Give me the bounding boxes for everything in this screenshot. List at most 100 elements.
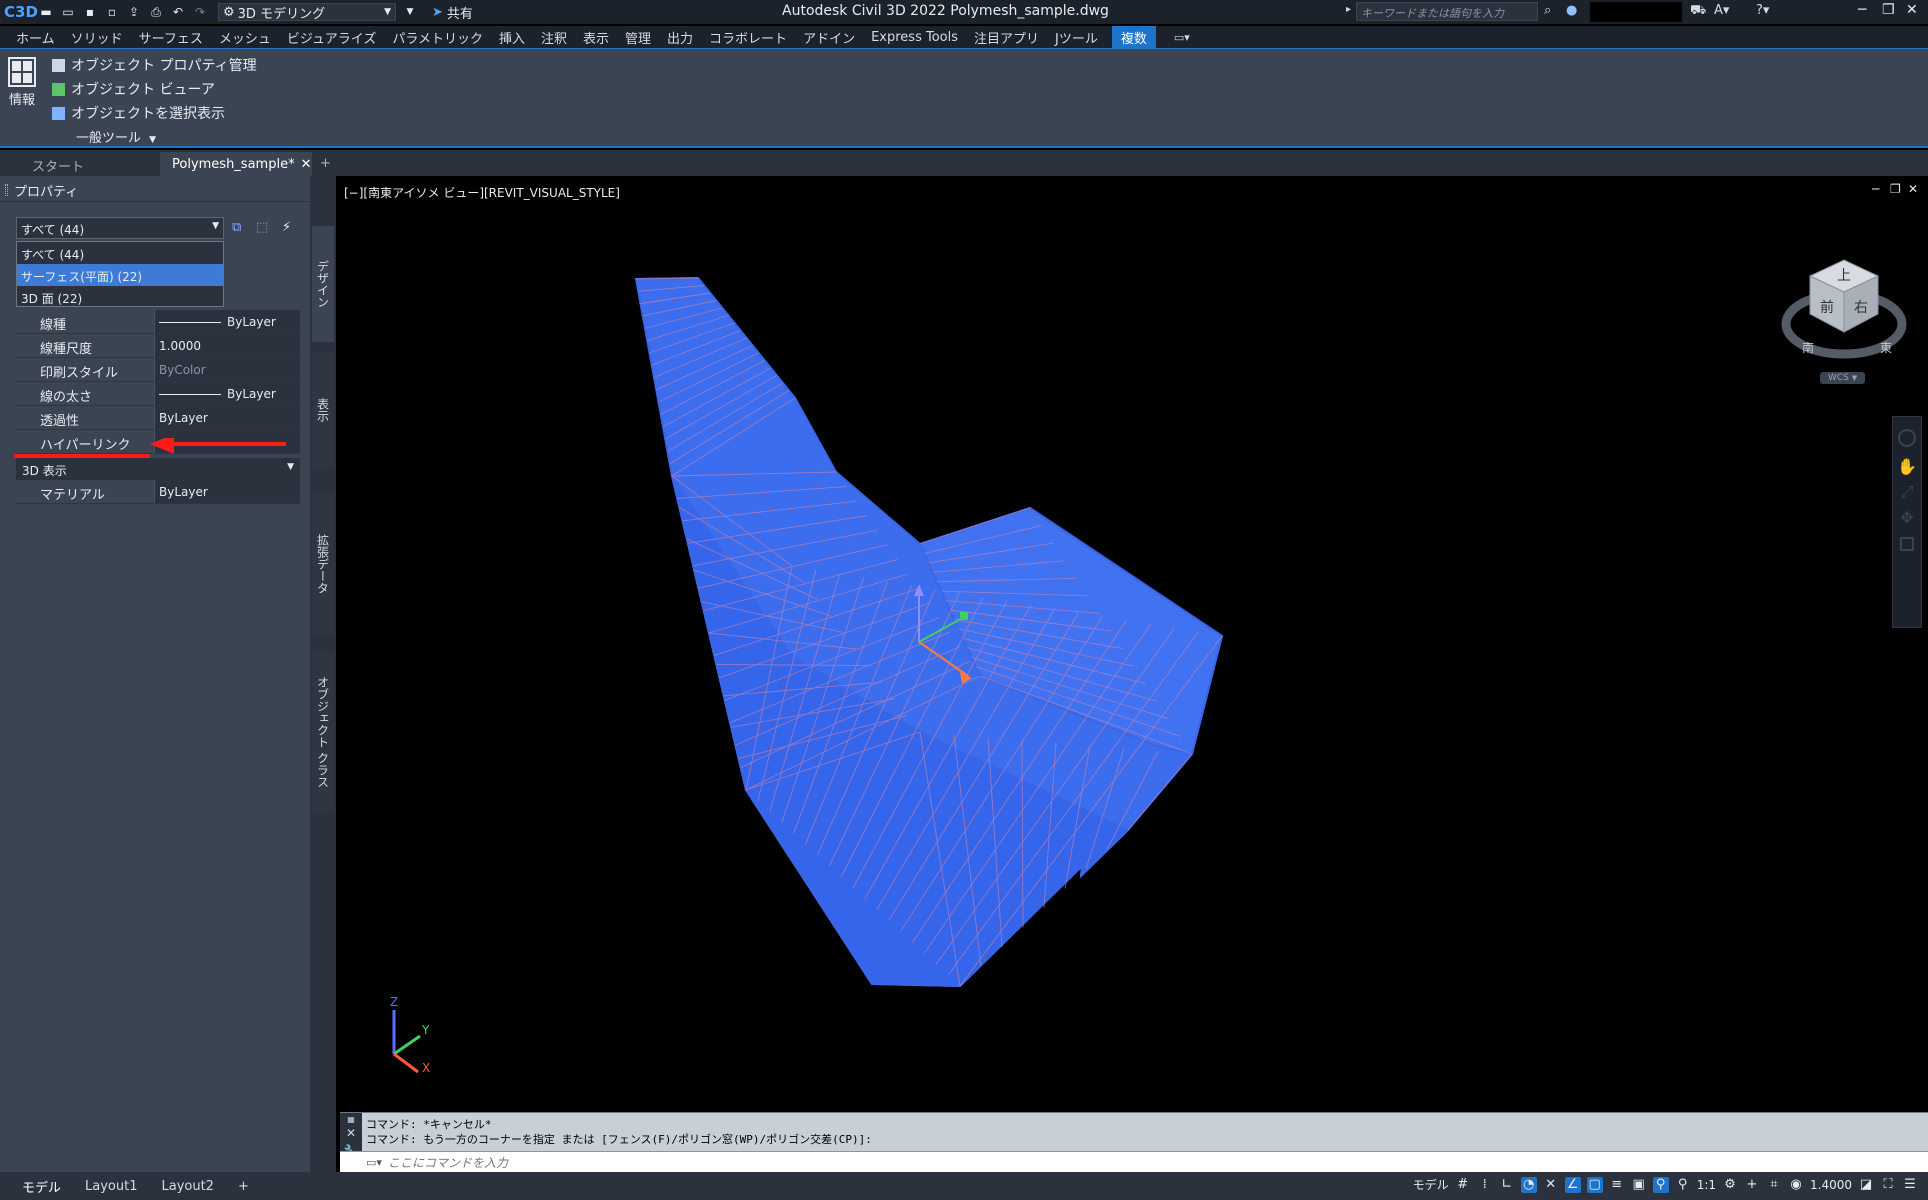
property-row[interactable]: 線の太さ ByLayer	[16, 382, 300, 406]
property-row[interactable]: マテリアル ByLayer	[16, 480, 300, 504]
layout-tab-layout2[interactable]: Layout2	[149, 1179, 225, 1194]
pan-icon[interactable]: ✋	[1893, 457, 1921, 476]
workspace-select[interactable]: ⚙ 3D モデリング ▼	[218, 3, 396, 22]
selection-filter-combo[interactable]: すべて (44) ▼	[16, 217, 224, 239]
side-tab-design[interactable]: デザイン	[312, 226, 334, 342]
status-value[interactable]: 1.4000	[1810, 1178, 1852, 1192]
zoom-icon[interactable]: ⤢	[1893, 482, 1921, 502]
units-icon[interactable]: ⌗	[1766, 1177, 1782, 1193]
side-tab-object-class[interactable]: オブジェクト クラス	[312, 652, 334, 812]
qa-customize-icon[interactable]: ▼	[402, 5, 418, 19]
ribbon-tab[interactable]: Jツール	[1049, 26, 1108, 49]
ribbon-tab[interactable]: ホーム	[10, 26, 65, 49]
property-value[interactable]: ByLayer	[154, 480, 300, 503]
side-tab-display[interactable]: 表示	[312, 352, 334, 468]
dropdown-option[interactable]: すべて (44)	[17, 242, 223, 264]
minimize-icon[interactable]: ─	[1858, 2, 1866, 18]
viewport-close-icon[interactable]: ✕	[1908, 182, 1918, 196]
ribbon-tab[interactable]: 出力	[661, 26, 703, 49]
property-value[interactable]: 1.0000	[154, 334, 300, 357]
toggle-pickadd-icon[interactable]: ⧉	[232, 220, 250, 238]
ribbon-tab[interactable]: メッシュ	[213, 26, 281, 49]
tab-start[interactable]: スタート	[20, 152, 160, 176]
layout-tab-model[interactable]: モデル	[10, 1177, 73, 1196]
ribbon-tab[interactable]: 表示	[577, 26, 619, 49]
ribbon-tab[interactable]: 管理	[619, 26, 661, 49]
side-tab-extended-data[interactable]: 拡張データ	[312, 494, 334, 634]
property-value[interactable]: ByLayer	[154, 406, 300, 429]
fullscreen-icon[interactable]: ⛶	[1880, 1177, 1896, 1193]
drawing-viewport[interactable]: [−][南東アイソメ ビュー][REVIT_VISUAL_STYLE] ─ ❐ …	[340, 176, 1928, 1112]
gear-icon[interactable]: ⚙	[1722, 1177, 1738, 1193]
property-row[interactable]: 線種尺度 1.0000	[16, 334, 300, 358]
ribbon-tab[interactable]: Express Tools	[865, 28, 968, 47]
viewport-minimize-icon[interactable]: ─	[1872, 182, 1879, 196]
gizmo-y-handle[interactable]	[960, 612, 968, 620]
info-button[interactable]: 情報	[6, 57, 38, 108]
quick-select-icon[interactable]: ⚡	[282, 220, 300, 238]
property-row[interactable]: 印刷スタイル ByColor	[16, 358, 300, 382]
search-input[interactable]: キーワードまたは語句を入力	[1356, 2, 1538, 21]
print-icon[interactable]: ⎙	[148, 5, 164, 19]
ribbon-tab[interactable]: アドイン	[797, 26, 865, 49]
dropdown-option-highlighted[interactable]: サーフェス(平面) (22)	[17, 264, 223, 286]
ribbon-display-toggle-icon[interactable]: ▭▾	[1174, 31, 1190, 44]
showmotion-icon[interactable]	[1900, 537, 1914, 551]
isolate-icon[interactable]: ◪	[1858, 1177, 1874, 1193]
ortho-icon[interactable]: ∟	[1499, 1177, 1515, 1193]
property-value[interactable]: ByLayer	[154, 382, 300, 405]
open-folder-icon[interactable]: ▭	[60, 5, 76, 19]
ribbon-tab[interactable]: サーフェス	[133, 26, 213, 49]
snap-icon[interactable]: ⁞	[1477, 1177, 1493, 1193]
ribbon-tab-active[interactable]: 複数	[1111, 25, 1156, 49]
command-close-icon[interactable]: ✕	[340, 1126, 362, 1140]
add-layout-icon[interactable]: +	[226, 1179, 261, 1194]
annotation-scale[interactable]: 1:1	[1697, 1178, 1716, 1192]
palette-grip-icon[interactable]	[5, 184, 8, 196]
viewport-label[interactable]: [−][南東アイソメ ビュー][REVIT_VISUAL_STYLE]	[344, 184, 620, 201]
close-icon[interactable]: ✕	[301, 157, 312, 172]
ribbon-tab[interactable]: 注釈	[535, 26, 577, 49]
property-row[interactable]: 線種 ByLayer	[16, 310, 300, 334]
user-name-box[interactable]	[1590, 2, 1682, 22]
auto-scale-icon[interactable]: ⚲	[1675, 1177, 1691, 1193]
autodesk-a360-icon[interactable]: A▾	[1714, 3, 1729, 18]
new-tab-button[interactable]: +	[312, 152, 339, 176]
save-as-icon[interactable]: ▫	[104, 5, 120, 19]
mesh-model[interactable]	[340, 176, 1928, 1112]
civil-workspace-icon[interactable]: ◉	[1788, 1177, 1804, 1193]
cloud-open-icon[interactable]: ⇪	[126, 5, 142, 19]
user-icon[interactable]: ●	[1566, 3, 1577, 18]
undo-icon[interactable]: ↶	[170, 5, 186, 19]
property-value[interactable]: ByColor	[154, 358, 300, 381]
layout-tab-layout1[interactable]: Layout1	[73, 1179, 149, 1194]
new-file-icon[interactable]: ▬	[38, 5, 54, 19]
command-grip-icon[interactable]: ▦	[340, 1115, 362, 1124]
restore-icon[interactable]: ❐	[1882, 2, 1895, 18]
ucs-icon[interactable]: Z Y X	[380, 996, 440, 1076]
steering-wheel-icon[interactable]	[1898, 429, 1916, 447]
search-expand-icon[interactable]: ▸	[1346, 4, 1351, 15]
share-button[interactable]: ➤ 共有	[432, 3, 473, 22]
ribbon-tab[interactable]: コラボレート	[703, 26, 797, 49]
ribbon-tab[interactable]: 挿入	[493, 26, 535, 49]
close-icon[interactable]: ✕	[1906, 2, 1918, 18]
model-space-button[interactable]: モデル	[1413, 1176, 1449, 1193]
cart-icon[interactable]: ⛟	[1690, 3, 1706, 20]
ribbon-tab[interactable]: パラメトリック	[386, 26, 493, 49]
search-icon[interactable]: ⌕	[1544, 3, 1551, 18]
redo-icon[interactable]: ↷	[192, 5, 208, 19]
transparency-icon[interactable]: ▣	[1631, 1177, 1647, 1193]
property-row[interactable]: 透過性 ByLayer	[16, 406, 300, 430]
select-objects-icon[interactable]: ⬚	[256, 220, 274, 238]
ribbon-tab[interactable]: 注目アプリ	[968, 26, 1049, 49]
annotation-visibility-icon[interactable]: ⚲	[1652, 1176, 1669, 1193]
viewport-restore-icon[interactable]: ❐	[1890, 182, 1901, 196]
help-icon[interactable]: ?▾	[1756, 3, 1769, 18]
save-icon[interactable]: ▪	[82, 5, 98, 19]
command-input[interactable]	[388, 1155, 1588, 1170]
ribbon-tab[interactable]: ビジュアライズ	[281, 26, 386, 49]
object-viewer-button[interactable]: オブジェクト ビューア	[52, 79, 215, 99]
property-value[interactable]: ByLayer	[154, 310, 300, 333]
command-prompt-icon[interactable]: ▭▾	[366, 1156, 388, 1169]
